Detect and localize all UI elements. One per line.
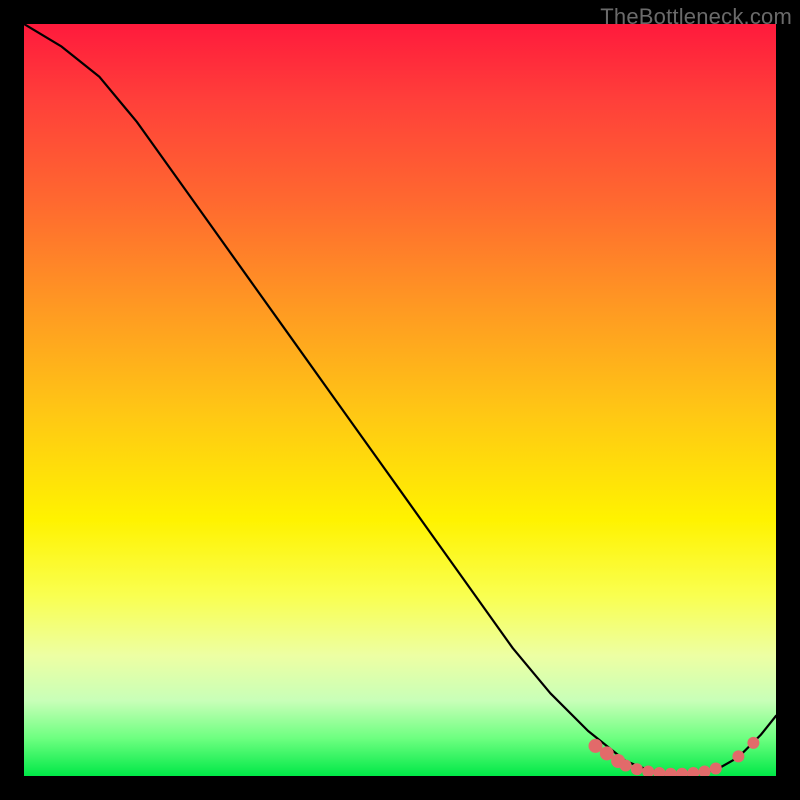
curve-markers bbox=[589, 737, 760, 776]
curve-marker bbox=[710, 763, 722, 775]
curve-marker bbox=[699, 766, 711, 777]
curve-marker bbox=[747, 737, 759, 749]
curve-marker bbox=[631, 763, 643, 775]
curve-marker bbox=[653, 767, 665, 776]
curve-line bbox=[24, 24, 776, 774]
curve-marker bbox=[642, 766, 654, 777]
chart-svg bbox=[24, 24, 776, 776]
curve-marker bbox=[732, 750, 744, 762]
plot-area bbox=[24, 24, 776, 776]
chart-frame: TheBottleneck.com bbox=[0, 0, 800, 800]
curve-marker bbox=[620, 760, 632, 772]
curve-marker bbox=[676, 768, 688, 776]
curve-marker bbox=[665, 768, 677, 776]
curve-marker bbox=[687, 767, 699, 776]
